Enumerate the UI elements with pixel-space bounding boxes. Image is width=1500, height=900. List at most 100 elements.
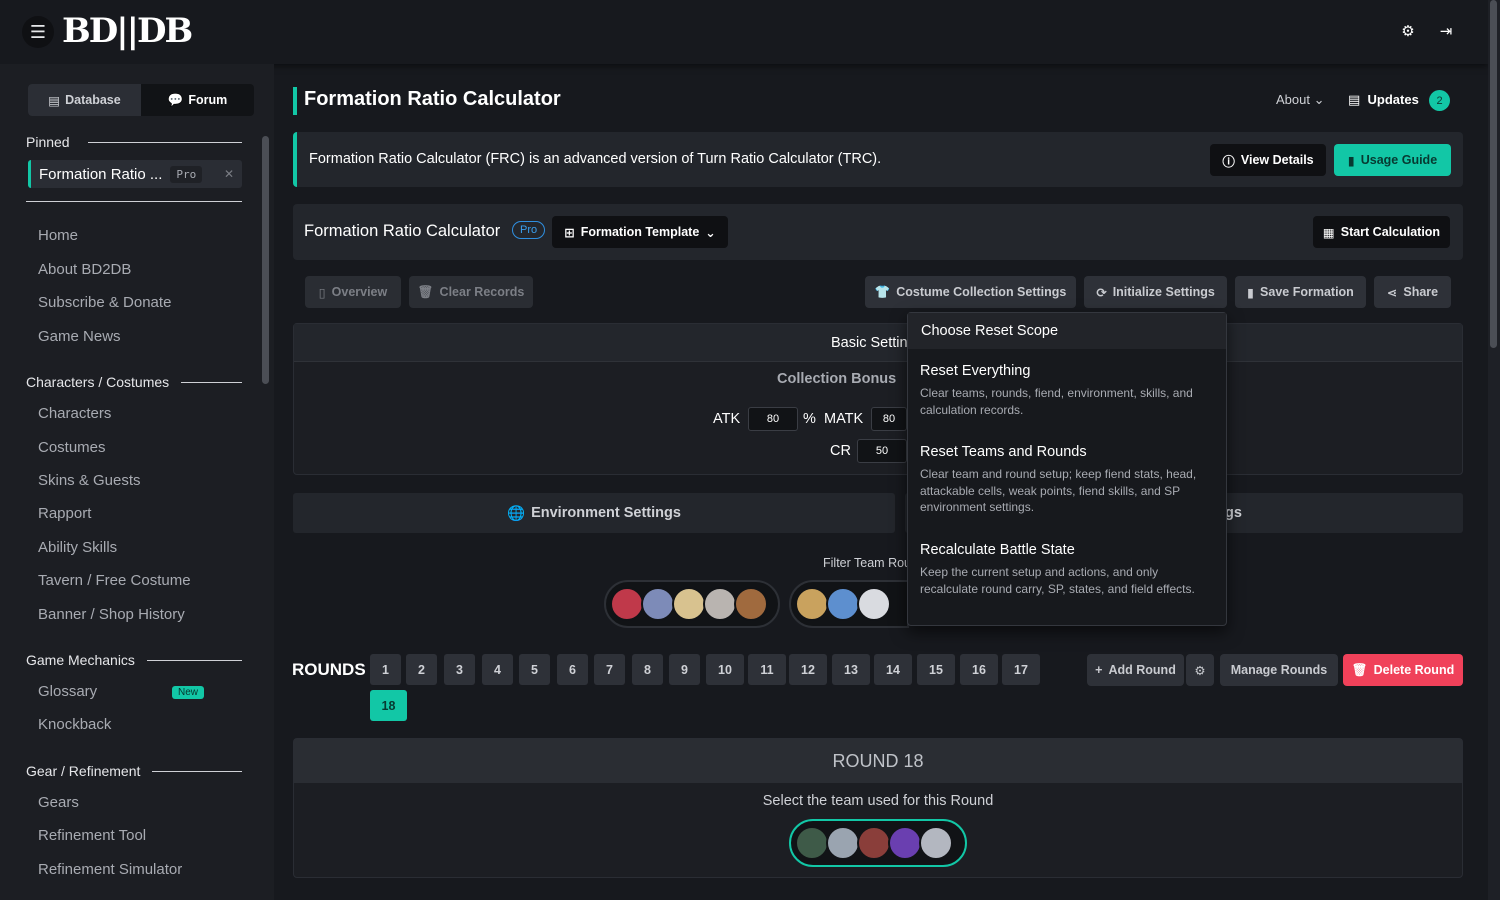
usage-guide-button[interactable]: ▮ Usage Guide	[1334, 144, 1451, 176]
updates-count-badge: 2	[1429, 90, 1450, 111]
round-button-18[interactable]: 18	[370, 690, 407, 721]
overview-button[interactable]: ▯ Overview	[305, 276, 401, 308]
percent-label: %	[803, 411, 816, 427]
reset-everything-option[interactable]: Reset Everything	[920, 363, 1030, 379]
pinned-item[interactable]: Formation Ratio ... Pro ✕	[28, 160, 242, 188]
nav-rapport[interactable]: Rapport	[38, 504, 91, 524]
nav-glossary[interactable]: Glossary	[38, 682, 97, 702]
nav-refinement-simulator[interactable]: Refinement Simulator	[38, 860, 182, 880]
round-button-6[interactable]: 6	[557, 654, 588, 685]
nav-banner-history[interactable]: Banner / Shop History	[38, 605, 185, 625]
round-button-17[interactable]: 17	[1002, 654, 1040, 685]
nav-costumes[interactable]: Costumes	[38, 438, 106, 458]
avatar	[888, 826, 922, 860]
calculator-title: Formation Ratio Calculator	[304, 222, 501, 240]
rounds-label: ROUNDS	[292, 660, 366, 679]
sidebar-scrollbar[interactable]	[262, 136, 269, 384]
nav-knockback[interactable]: Knockback	[38, 715, 111, 735]
round-button-2[interactable]: 2	[406, 654, 437, 685]
matk-input[interactable]: 80	[871, 407, 907, 431]
gear-icon: ⚙	[1194, 663, 1206, 678]
avatar	[703, 587, 737, 621]
round-button-15[interactable]: 15	[917, 654, 955, 685]
cr-input[interactable]: 50	[857, 439, 907, 463]
nav-refinement-tool[interactable]: Refinement Tool	[38, 826, 146, 846]
atk-input[interactable]: 80	[748, 407, 798, 431]
add-round-button[interactable]: + Add Round	[1087, 654, 1184, 686]
nav-gears[interactable]: Gears	[38, 793, 79, 813]
round-settings-button[interactable]: ⚙	[1186, 654, 1214, 686]
gear-icon[interactable]: ⚙	[1398, 22, 1418, 42]
round-button-16[interactable]: 16	[960, 654, 998, 685]
clear-records-button[interactable]: 🗑 Clear Records	[409, 276, 533, 308]
nav-game-news[interactable]: Game News	[38, 327, 121, 347]
round-button-4[interactable]: 4	[482, 654, 513, 685]
environment-settings-toggle[interactable]: 🌐 Environment Settings	[293, 493, 895, 533]
file-icon: ▯	[318, 285, 326, 300]
updates-link[interactable]: ▤ Updates	[1348, 92, 1419, 108]
shirt-icon: 👕	[874, 284, 891, 299]
team-filter-1[interactable]	[604, 580, 780, 628]
tab-database[interactable]: ▤ Database	[28, 84, 141, 116]
hamburger-icon[interactable]: ☰	[22, 16, 54, 48]
nav-skins[interactable]: Skins & Guests	[38, 471, 141, 491]
round-button-9[interactable]: 9	[669, 654, 700, 685]
banner-text: Formation Ratio Calculator (FRC) is an a…	[309, 151, 882, 167]
nav-subscribe[interactable]: Subscribe & Donate	[38, 293, 171, 313]
avatar	[610, 587, 644, 621]
page-title: Formation Ratio Calculator	[304, 88, 561, 110]
avatar	[795, 587, 829, 621]
calculator-icon: ▦	[1322, 225, 1335, 240]
save-formation-button[interactable]: ▮ Save Formation	[1235, 276, 1366, 308]
round-button-11[interactable]: 11	[748, 654, 786, 685]
save-icon: ▮	[1247, 285, 1255, 300]
avatar	[857, 826, 891, 860]
delete-round-button[interactable]: 🗑 Delete Round	[1343, 654, 1463, 686]
reset-menu-title: Choose Reset Scope	[908, 313, 1226, 349]
recalculate-desc: Keep the current setup and actions, and …	[920, 565, 1195, 596]
about-dropdown[interactable]: About ⌄	[1276, 92, 1325, 108]
top-bar	[0, 0, 1488, 64]
round-button-5[interactable]: 5	[519, 654, 550, 685]
avatar	[919, 826, 953, 860]
page-scrollbar[interactable]	[1488, 0, 1500, 900]
round-subtitle: Select the team used for this Round	[762, 793, 994, 809]
round-button-1[interactable]: 1	[370, 654, 401, 685]
newspaper-icon: ▤	[1348, 92, 1361, 107]
trash-icon: 🗑	[417, 284, 434, 299]
start-calculation-button[interactable]: ▦ Start Calculation	[1313, 216, 1450, 248]
selected-team[interactable]	[789, 819, 967, 867]
round-button-3[interactable]: 3	[444, 654, 475, 685]
round-button-12[interactable]: 12	[789, 654, 827, 685]
recalculate-option[interactable]: Recalculate Battle State	[920, 542, 1075, 558]
reset-teams-desc: Clear team and round setup; keep fiend s…	[920, 467, 1197, 514]
initialize-settings-button[interactable]: ⟳ Initialize Settings	[1084, 276, 1227, 308]
tab-forum[interactable]: 💬 Forum	[141, 84, 254, 116]
round-button-7[interactable]: 7	[594, 654, 625, 685]
comments-icon: 💬	[167, 92, 184, 107]
view-details-button[interactable]: ⓘ View Details	[1210, 144, 1326, 176]
costume-collection-button[interactable]: 👕 Costume Collection Settings	[865, 276, 1076, 308]
share-button[interactable]: ⋖ Share	[1374, 276, 1451, 308]
divider	[26, 201, 242, 202]
nav-tavern[interactable]: Tavern / Free Costume	[38, 571, 191, 591]
round-button-13[interactable]: 13	[832, 654, 870, 685]
manage-rounds-button[interactable]: Manage Rounds	[1220, 654, 1338, 686]
round-button-10[interactable]: 10	[706, 654, 744, 685]
new-badge: New	[172, 686, 205, 699]
chevron-down-icon: ⌄	[705, 225, 716, 240]
reset-teams-option[interactable]: Reset Teams and Rounds	[920, 444, 1087, 460]
round-button-8[interactable]: 8	[632, 654, 663, 685]
chevron-down-icon: ⌄	[1313, 92, 1325, 107]
formation-template-dropdown[interactable]: ⊞ Formation Template ⌄	[552, 216, 728, 248]
team-filter-2[interactable]	[789, 580, 909, 628]
nav-home[interactable]: Home	[38, 226, 78, 246]
pin-icon[interactable]: ✕	[224, 167, 234, 181]
nav-ability-skills[interactable]: Ability Skills	[38, 538, 117, 558]
sign-in-icon[interactable]: ⇥	[1436, 22, 1456, 42]
nav-about[interactable]: About BD2DB	[38, 260, 131, 280]
info-icon: ⓘ	[1222, 154, 1235, 169]
round-button-14[interactable]: 14	[874, 654, 912, 685]
nav-characters[interactable]: Characters	[38, 404, 111, 424]
site-logo[interactable]: BD||DB	[62, 11, 193, 51]
